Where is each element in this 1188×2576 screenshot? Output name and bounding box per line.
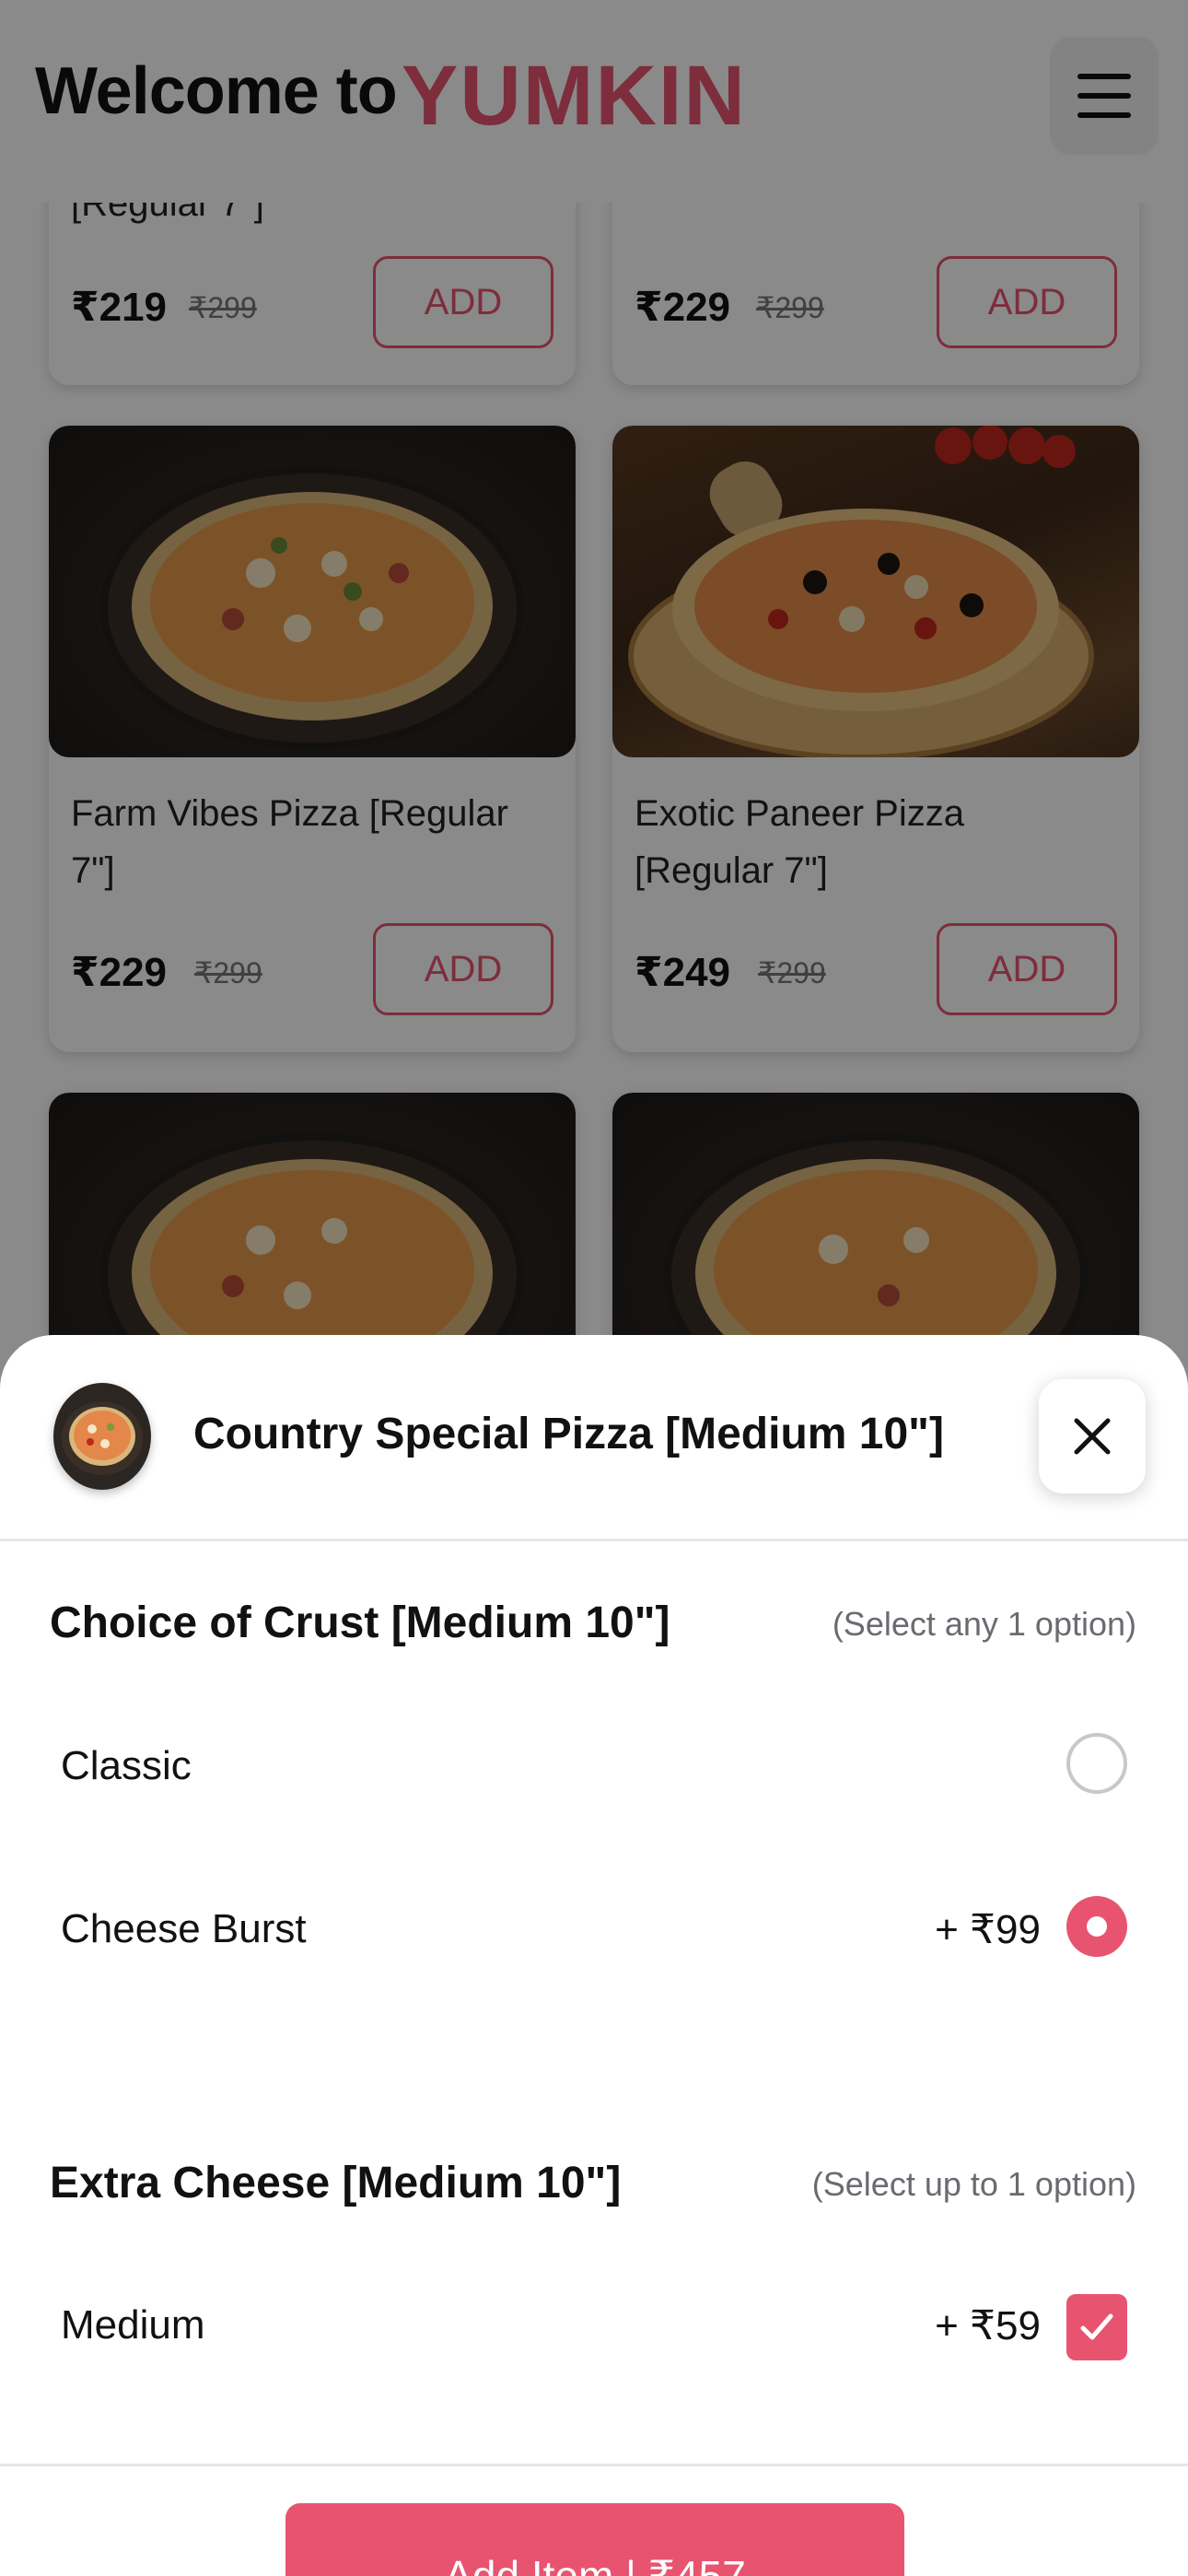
close-button[interactable] bbox=[1039, 1379, 1146, 1493]
checkbox-checked[interactable] bbox=[1066, 2294, 1127, 2360]
option-label: Classic bbox=[61, 1743, 192, 1788]
sheet-footer-divider bbox=[0, 2464, 1188, 2466]
crust-group-title: Choice of Crust [Medium 10"] bbox=[50, 1598, 670, 1647]
sheet-title: Country Special Pizza [Medium 10"] bbox=[193, 1410, 944, 1458]
add-item-label: Add Item | ₹457 bbox=[444, 2552, 746, 2576]
extra-cheese-group-title: Extra Cheese [Medium 10"] bbox=[50, 2159, 622, 2207]
option-label: Medium bbox=[61, 2302, 205, 2348]
option-label: Cheese Burst bbox=[61, 1906, 307, 1951]
checkmark-icon bbox=[1080, 2313, 1113, 2340]
product-thumbnail bbox=[53, 1383, 151, 1490]
extra-cheese-group-hint: (Select up to 1 option) bbox=[811, 2165, 1136, 2203]
close-icon bbox=[1074, 1418, 1111, 1455]
crust-group-hint: (Select any 1 option) bbox=[832, 1605, 1136, 1643]
option-price: + ₹99 bbox=[935, 1907, 1041, 1952]
sheet-header-divider bbox=[0, 1539, 1188, 1541]
option-price: + ₹59 bbox=[935, 2303, 1041, 2348]
radio-selected[interactable] bbox=[1066, 1896, 1127, 1957]
add-item-button[interactable]: Add Item | ₹457 bbox=[285, 2503, 904, 2576]
radio-unselected[interactable] bbox=[1066, 1733, 1127, 1794]
customization-sheet: Country Special Pizza [Medium 10"] Choic… bbox=[0, 1335, 1188, 2576]
